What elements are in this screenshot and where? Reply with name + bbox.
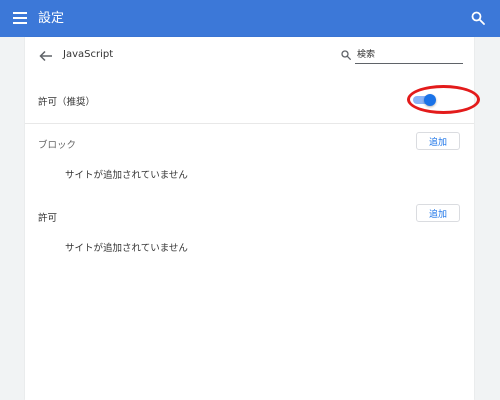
- search-icon[interactable]: [471, 11, 485, 25]
- allow-recommended-label: 許可（推奨）: [38, 97, 96, 108]
- app-title: 設定: [38, 11, 65, 26]
- allow-empty-message: サイトが追加されていません: [65, 243, 188, 254]
- allow-section-title: 許可: [38, 213, 58, 224]
- block-add-button[interactable]: 追加: [416, 132, 460, 150]
- subpage-header: JavaScript: [25, 37, 474, 75]
- back-arrow-icon[interactable]: [39, 50, 53, 62]
- allow-add-button[interactable]: 追加: [416, 204, 460, 222]
- menu-icon[interactable]: [13, 12, 27, 24]
- settings-card: JavaScript: [25, 37, 474, 400]
- divider: [25, 123, 474, 124]
- search-icon: [341, 50, 351, 60]
- page-title: JavaScript: [63, 49, 114, 60]
- block-section-title: ブロック: [38, 140, 77, 151]
- app-bar: 設定: [0, 0, 500, 37]
- highlight-ring: [407, 85, 480, 114]
- block-empty-message: サイトが追加されていません: [65, 170, 188, 181]
- site-search: [341, 47, 463, 65]
- search-input[interactable]: [355, 47, 463, 64]
